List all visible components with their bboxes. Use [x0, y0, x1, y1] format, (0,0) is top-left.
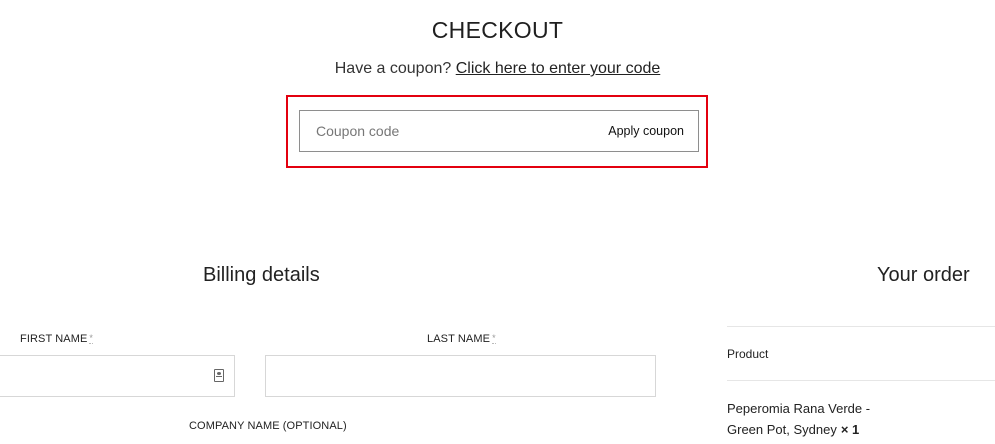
last-name-field-wrapper [265, 355, 656, 397]
order-item-qty: × 1 [840, 422, 860, 437]
last-name-label: LAST NAME * [427, 333, 496, 345]
last-name-field[interactable] [266, 356, 655, 396]
coupon-prompt-text: Have a coupon? [334, 60, 452, 77]
coupon-code-input[interactable] [300, 111, 601, 151]
first-name-field[interactable] [0, 356, 234, 396]
first-name-label: FIRST NAME * [20, 333, 94, 345]
billing-details-heading: Billing details [203, 264, 320, 286]
enter-coupon-link[interactable]: Click here to enter your code [456, 60, 661, 77]
company-name-label: COMPANY NAME (OPTIONAL) [189, 420, 347, 432]
first-name-label-text: FIRST NAME [20, 333, 88, 345]
order-divider [727, 380, 995, 381]
your-order-heading: Your order [877, 264, 970, 286]
coupon-prompt: Have a coupon? Click here to enter your … [0, 60, 995, 78]
coupon-form: Apply coupon [299, 110, 699, 152]
order-divider [727, 326, 995, 327]
contact-card-icon[interactable] [214, 369, 224, 382]
required-marker: * [89, 333, 94, 344]
apply-coupon-button[interactable]: Apply coupon [600, 111, 698, 151]
last-name-label-text: LAST NAME [427, 333, 491, 345]
checkout-page: CHECKOUT Have a coupon? Click here to en… [0, 0, 995, 444]
first-name-field-wrapper [0, 355, 235, 397]
order-product-header: Product [727, 347, 769, 361]
page-title: CHECKOUT [431, 17, 564, 43]
order-item: Peperomia Rana Verde - Green Pot, Sydney… [727, 398, 897, 440]
required-marker: * [492, 333, 496, 344]
